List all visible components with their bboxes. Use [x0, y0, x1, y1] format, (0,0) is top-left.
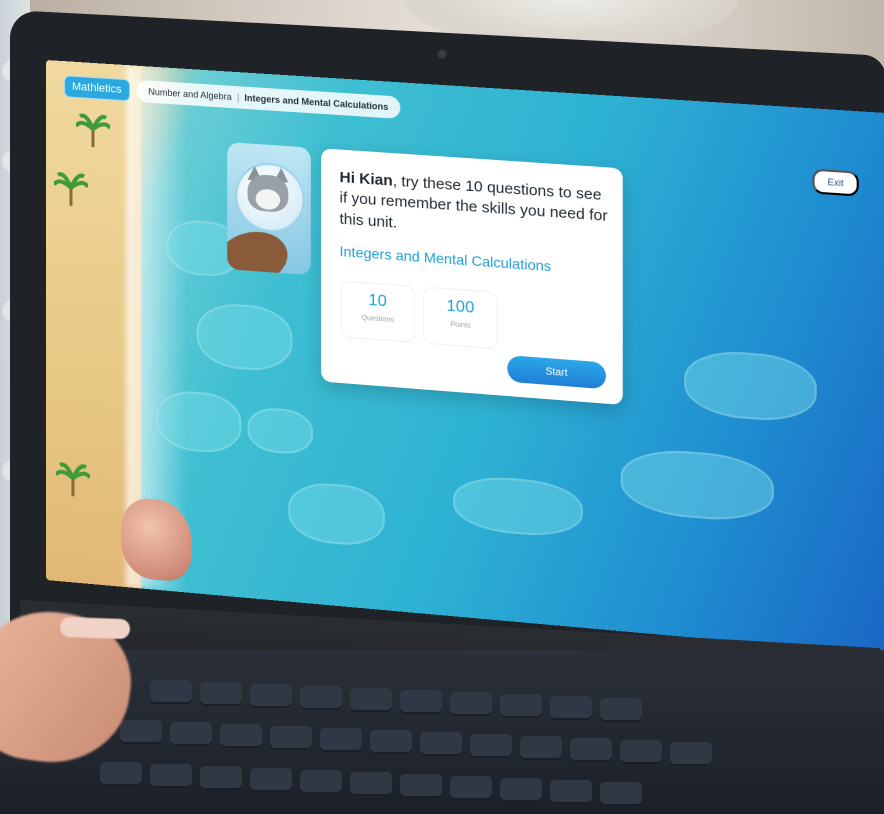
keyboard-key[interactable] — [170, 722, 212, 746]
keyboard-key[interactable] — [300, 770, 342, 794]
breadcrumb-current: Integers and Mental Calculations — [244, 92, 389, 113]
keyboard-key[interactable] — [200, 766, 242, 790]
keyboard-key[interactable] — [370, 730, 412, 754]
keyboard-key[interactable] — [500, 778, 542, 802]
keyboard-key[interactable] — [100, 762, 142, 786]
keyboard-key[interactable] — [200, 682, 242, 706]
keyboard-key[interactable] — [450, 776, 492, 800]
app-screen: Mathletics Number and Algebra | Integers a… — [46, 60, 884, 655]
keyboard-key[interactable] — [570, 738, 612, 762]
keyboard-key[interactable] — [120, 720, 162, 744]
stat-label: Points — [450, 321, 471, 330]
intro-card: Hi Kian, try these 10 questions to see i… — [321, 148, 623, 406]
keyboard-key[interactable] — [600, 698, 642, 722]
boat — [227, 224, 295, 276]
keyboard-key[interactable] — [600, 782, 642, 806]
palm-tree-icon — [53, 172, 88, 206]
keyboard-key[interactable] — [670, 742, 712, 766]
keyboard-key[interactable] — [350, 688, 392, 712]
mathletics-logo[interactable]: Mathletics — [63, 75, 130, 102]
keyboard-key[interactable] — [550, 696, 592, 720]
breadcrumb-separator: | — [236, 92, 240, 103]
water-rock — [196, 301, 293, 374]
webcam-icon — [436, 48, 448, 60]
keyboard-key[interactable] — [550, 780, 592, 804]
keyboard-key[interactable] — [420, 732, 462, 756]
palm-tree-icon — [75, 113, 111, 147]
exit-button[interactable]: Exit — [812, 168, 859, 197]
water-rock — [288, 480, 385, 549]
keyboard-key[interactable] — [220, 724, 262, 748]
keyboard-key[interactable] — [500, 694, 542, 718]
start-button[interactable]: Start — [507, 355, 606, 390]
keyboard-key[interactable] — [250, 684, 292, 708]
keyboard-key[interactable] — [320, 728, 362, 752]
keyboard-key[interactable] — [300, 686, 342, 710]
user-finger — [59, 616, 131, 640]
keyboard-key[interactable] — [400, 774, 442, 798]
keyboard-key[interactable] — [150, 680, 192, 704]
greeting-name: Hi Kian — [339, 168, 393, 190]
stat-value: 100 — [446, 297, 475, 317]
cat-face — [247, 173, 289, 213]
stat-label: Questions — [361, 314, 394, 325]
keyboard-key[interactable] — [400, 690, 442, 714]
keyboard-key[interactable] — [450, 692, 492, 716]
water-rock — [453, 473, 583, 540]
keyboard-key[interactable] — [620, 740, 662, 764]
stat-value: 10 — [368, 291, 387, 311]
stat-points: 100 Points — [424, 287, 497, 349]
keyboard-key[interactable] — [350, 772, 392, 796]
palm-tree-icon — [56, 461, 90, 496]
keyboard-key[interactable] — [520, 736, 562, 760]
keyboard-key[interactable] — [150, 764, 192, 788]
keyboard-key[interactable] — [470, 734, 512, 758]
greeting-text: Hi Kian, try these 10 questions to see i… — [340, 168, 611, 249]
keyboard-key[interactable] — [250, 768, 292, 792]
unit-title: Integers and Mental Calculations — [339, 242, 552, 275]
water-rock — [620, 446, 774, 525]
water-rock — [684, 347, 817, 425]
keyboard — [0, 650, 884, 814]
breadcrumb-section[interactable]: Number and Algebra — [148, 87, 232, 102]
water-rock — [247, 406, 313, 456]
stat-questions: 10 Questions — [341, 281, 414, 342]
astronaut-cat-avatar-icon — [227, 142, 311, 276]
keyboard-key[interactable] — [270, 726, 312, 750]
